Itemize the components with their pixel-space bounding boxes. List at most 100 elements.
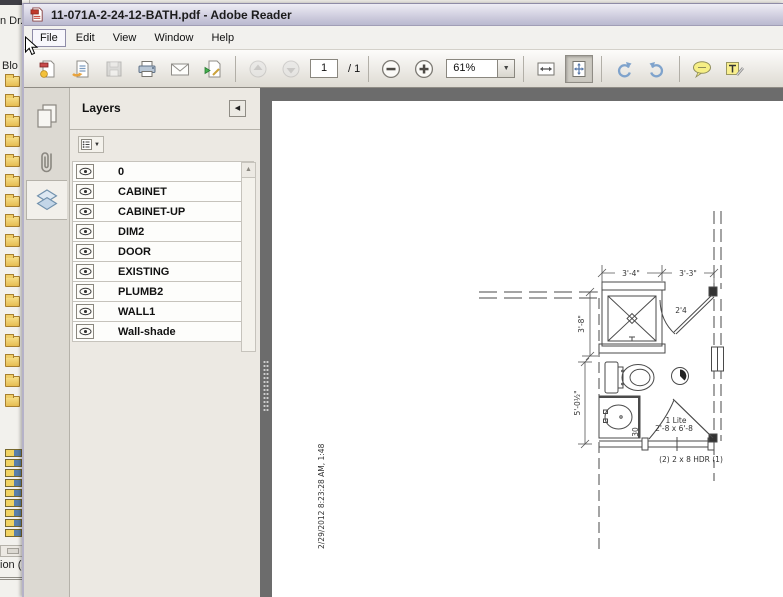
folder-icon[interactable] — [5, 294, 20, 307]
layer-label: WALL1 — [118, 305, 156, 318]
folder-icon[interactable] — [5, 194, 20, 207]
create-pdf-button[interactable] — [34, 55, 62, 83]
cad-file-icon[interactable] — [5, 469, 22, 477]
layer-row[interactable]: 0 — [72, 161, 254, 182]
background-scrollbar-thumb[interactable] — [7, 548, 19, 554]
eye-icon — [79, 327, 91, 336]
fit-page-icon — [572, 60, 586, 77]
layer-row[interactable]: Wall-shade — [72, 321, 254, 342]
folder-icon[interactable] — [5, 134, 20, 147]
layers-list: 0 CABINET CABINET-UP DIM2 DOOR EXISTING … — [72, 161, 258, 342]
layer-row[interactable]: CABINET — [72, 181, 254, 202]
email-icon — [171, 63, 189, 75]
cad-file-icon[interactable] — [5, 449, 22, 457]
layer-visibility-toggle[interactable] — [76, 304, 94, 319]
layer-visibility-toggle[interactable] — [76, 224, 94, 239]
zoom-in-icon — [415, 59, 434, 78]
layer-visibility-toggle[interactable] — [76, 324, 94, 339]
folder-icon[interactable] — [5, 354, 20, 367]
layers-panel-header: Layers ◀ — [70, 88, 260, 130]
folder-icon[interactable] — [5, 254, 20, 267]
rotate-clockwise-button[interactable] — [610, 55, 638, 83]
comment-button[interactable] — [688, 55, 716, 83]
cad-file-icon[interactable] — [5, 519, 22, 527]
fit-page-button[interactable] — [565, 54, 594, 83]
fit-width-button[interactable] — [532, 55, 560, 83]
splitter-grip[interactable] — [263, 360, 269, 412]
folder-icon[interactable] — [5, 214, 20, 227]
previous-page-button[interactable] — [244, 55, 272, 83]
layer-row[interactable]: DIM2 — [72, 221, 254, 242]
layer-visibility-toggle[interactable] — [76, 184, 94, 199]
layer-row[interactable]: DOOR — [72, 241, 254, 262]
folder-icon[interactable] — [5, 234, 20, 247]
screen: n Dr. Blo ion (2 11-071A-2-24-12-BATH.pd… — [0, 0, 783, 597]
folder-icon[interactable] — [5, 94, 20, 107]
layer-label: 0 — [118, 165, 125, 178]
folder-icon[interactable] — [5, 174, 20, 187]
cad-file-icon[interactable] — [5, 499, 22, 507]
layer-row[interactable]: CABINET-UP — [72, 201, 254, 222]
scroll-up-button[interactable]: ▲ — [242, 163, 255, 178]
layer-visibility-toggle[interactable] — [76, 204, 94, 219]
print-button[interactable] — [133, 55, 161, 83]
cad-file-icon[interactable] — [5, 529, 22, 537]
text-edit-icon — [726, 61, 745, 76]
zoom-out-button[interactable] — [377, 55, 405, 83]
zoom-dropdown-button[interactable]: ▼ — [498, 59, 516, 78]
layers-panel-button[interactable] — [26, 180, 67, 220]
layers-scrollbar[interactable]: ▲ — [241, 162, 256, 352]
next-page-button[interactable] — [277, 55, 305, 83]
cad-file-icon[interactable] — [5, 489, 22, 497]
folder-icon[interactable] — [5, 74, 20, 87]
email-button[interactable] — [166, 55, 194, 83]
panel-splitter[interactable] — [260, 88, 272, 597]
layer-visibility-toggle[interactable] — [76, 264, 94, 279]
folder-icon[interactable] — [5, 114, 20, 127]
background-scrollbar[interactable] — [0, 545, 24, 557]
door-label-line2: 2'-8 x 6'-8 — [655, 424, 693, 433]
collapse-panel-button[interactable]: ◀ — [229, 100, 246, 117]
layers-icon — [36, 189, 58, 211]
menu-help[interactable]: Help — [203, 29, 242, 47]
cad-file-icon[interactable] — [5, 509, 22, 517]
layer-visibility-toggle[interactable] — [76, 284, 94, 299]
save-button[interactable] — [100, 55, 128, 83]
cad-file-icon[interactable] — [5, 459, 22, 467]
zoom-in-button[interactable] — [410, 55, 438, 83]
attachments-panel-button[interactable] — [26, 142, 67, 182]
folder-icon[interactable] — [5, 334, 20, 347]
folder-icon[interactable] — [5, 274, 20, 287]
menu-view[interactable]: View — [105, 29, 145, 47]
page-number-input[interactable]: 1 — [310, 59, 338, 78]
eye-icon — [79, 267, 91, 276]
layer-row[interactable]: EXISTING — [72, 261, 254, 282]
menu-edit[interactable]: Edit — [68, 29, 103, 47]
eye-icon — [79, 187, 91, 196]
layer-options-button[interactable]: ▼ — [78, 136, 104, 153]
pages-panel-button[interactable] — [26, 96, 67, 136]
eye-icon — [79, 167, 91, 176]
eye-icon — [79, 227, 91, 236]
layer-row[interactable]: WALL1 — [72, 301, 254, 322]
folder-icon[interactable] — [5, 154, 20, 167]
layer-row[interactable]: PLUMB2 — [72, 281, 254, 302]
export-document-button[interactable] — [67, 55, 95, 83]
zoom-level-input[interactable]: 61% — [446, 59, 499, 78]
cad-file-icon[interactable] — [5, 479, 22, 487]
navigation-pane — [24, 88, 70, 597]
toolbar-separator — [235, 55, 236, 82]
title-bar[interactable]: 11-071A-2-24-12-BATH.pdf - Adobe Reader — [24, 4, 783, 26]
sign-button[interactable] — [199, 55, 227, 83]
folder-icon[interactable] — [5, 314, 20, 327]
window-title: 11-071A-2-24-12-BATH.pdf - Adobe Reader — [51, 7, 292, 22]
toolbar-separator — [679, 55, 681, 82]
layer-visibility-toggle[interactable] — [76, 164, 94, 179]
folder-icon[interactable] — [5, 394, 20, 407]
folder-icon[interactable] — [5, 374, 20, 387]
layer-visibility-toggle[interactable] — [76, 244, 94, 259]
text-edit-button[interactable] — [721, 55, 749, 83]
options-caret-icon: ▼ — [94, 141, 100, 148]
rotate-counterclockwise-button[interactable] — [643, 55, 671, 83]
menu-window[interactable]: Window — [146, 29, 201, 47]
